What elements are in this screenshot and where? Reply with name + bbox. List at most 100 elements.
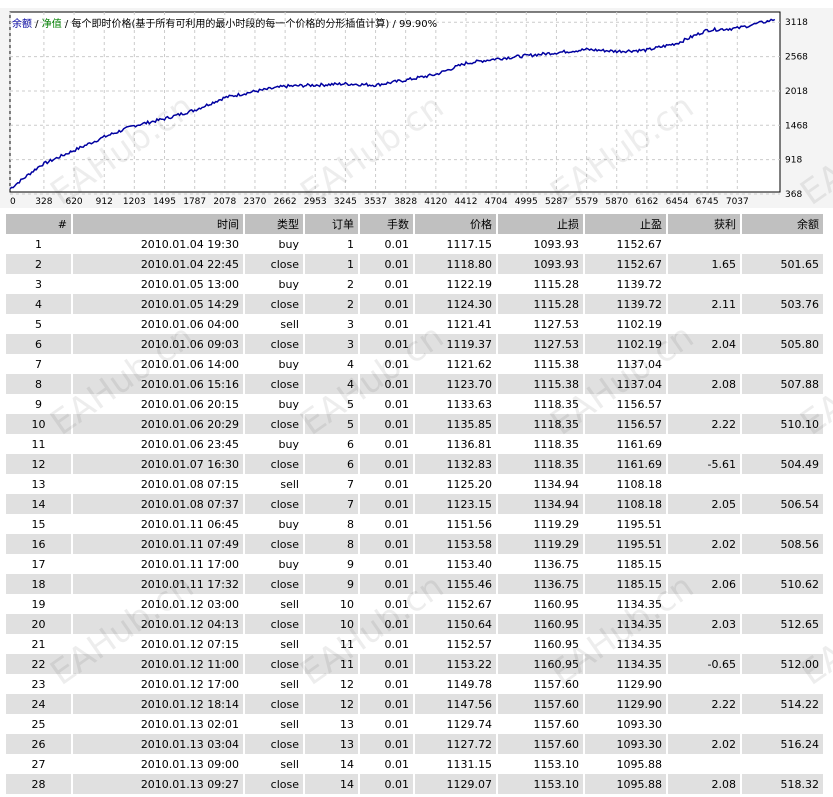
chart-legend: 余额 / 净值 / 每个即时价格(基于所有可利用的最小时段的每一个价格的分形插值… xyxy=(12,19,438,30)
x-tick-label: 1495 xyxy=(153,197,176,207)
cell-止盈: 1161.69 xyxy=(584,454,668,474)
cell-获利: -0.65 xyxy=(667,654,742,674)
cell-止损: 1115.38 xyxy=(497,354,585,374)
column-header[interactable]: 手数 xyxy=(359,214,415,234)
column-header[interactable]: 价格 xyxy=(414,214,498,234)
column-header[interactable]: 订单 xyxy=(304,214,360,234)
cell-止盈: 1108.18 xyxy=(584,494,668,514)
cell-止损: 1118.35 xyxy=(497,434,585,454)
cell-时间: 2010.01.08 07:15 xyxy=(72,474,245,494)
x-tick-label: 6454 xyxy=(666,197,689,207)
cell-余额 xyxy=(741,314,825,334)
cell-获利 xyxy=(667,754,742,774)
cell-获利 xyxy=(667,434,742,454)
cell-获利 xyxy=(667,674,742,694)
cell-订单: 4 xyxy=(304,354,360,374)
cell-#: 23 xyxy=(6,674,73,694)
cell-订单: 10 xyxy=(304,614,360,634)
cell-获利: 2.08 xyxy=(667,374,742,394)
cell-止盈: 1093.30 xyxy=(584,734,668,754)
cell-止损: 1118.35 xyxy=(497,414,585,434)
x-tick-label: 912 xyxy=(96,197,113,207)
cell-#: 26 xyxy=(6,734,73,754)
x-tick-label: 5870 xyxy=(605,197,628,207)
cell-价格: 1129.74 xyxy=(414,714,498,734)
column-header[interactable]: 余额 xyxy=(741,214,825,234)
cell-类型: buy xyxy=(244,394,305,414)
cell-订单: 7 xyxy=(304,474,360,494)
x-tick-label: 2953 xyxy=(304,197,327,207)
cell-止盈: 1129.90 xyxy=(584,674,668,694)
cell-手数: 0.01 xyxy=(359,554,415,574)
cell-类型: close xyxy=(244,334,305,354)
cell-获利: 1.65 xyxy=(667,254,742,274)
cell-获利: 2.11 xyxy=(667,294,742,314)
table-row: 27 2010.01.13 09:00 sell 14 0.01 1131.15 1153.… xyxy=(6,754,825,774)
column-header[interactable]: 止损 xyxy=(497,214,585,234)
cell-止损: 1160.95 xyxy=(497,634,585,654)
table-row: 28 2010.01.13 09:27 close 14 0.01 1129.07 1153… xyxy=(6,774,825,794)
cell-手数: 0.01 xyxy=(359,754,415,774)
table-row: 21 2010.01.12 07:15 sell 11 0.01 1152.57 1160.… xyxy=(6,634,825,654)
x-tick-label: 4412 xyxy=(455,197,478,207)
cell-时间: 2010.01.06 15:16 xyxy=(72,374,245,394)
y-tick-label: 2568 xyxy=(785,53,808,63)
cell-价格: 1119.37 xyxy=(414,334,498,354)
cell-余额 xyxy=(741,714,825,734)
cell-价格: 1127.72 xyxy=(414,734,498,754)
cell-#: 14 xyxy=(6,494,73,514)
cell-类型: sell xyxy=(244,594,305,614)
cell-止损: 1153.10 xyxy=(497,754,585,774)
x-tick-label: 3828 xyxy=(394,197,417,207)
cell-手数: 0.01 xyxy=(359,374,415,394)
column-header[interactable]: 时间 xyxy=(72,214,245,234)
cell-#: 1 xyxy=(6,234,73,254)
cell-止盈: 1134.35 xyxy=(584,634,668,654)
cell-类型: close xyxy=(244,254,305,274)
cell-时间: 2010.01.11 06:45 xyxy=(72,514,245,534)
cell-止盈: 1195.51 xyxy=(584,514,668,534)
y-tick-label: 2018 xyxy=(785,87,808,97)
cell-手数: 0.01 xyxy=(359,454,415,474)
cell-订单: 12 xyxy=(304,694,360,714)
cell-#: 4 xyxy=(6,294,73,314)
cell-余额 xyxy=(741,674,825,694)
cell-余额 xyxy=(741,434,825,454)
cell-#: 13 xyxy=(6,474,73,494)
cell-时间: 2010.01.06 04:00 xyxy=(72,314,245,334)
x-tick-label: 620 xyxy=(65,197,82,207)
cell-时间: 2010.01.13 03:04 xyxy=(72,734,245,754)
cell-时间: 2010.01.13 02:01 xyxy=(72,714,245,734)
cell-#: 19 xyxy=(6,594,73,614)
cell-#: 3 xyxy=(6,274,73,294)
table-row: 2 2010.01.04 22:45 close 1 0.01 1118.80 1093.9… xyxy=(6,254,825,274)
column-header[interactable]: 止盈 xyxy=(584,214,668,234)
cell-止盈: 1185.15 xyxy=(584,574,668,594)
cell-订单: 1 xyxy=(304,254,360,274)
cell-订单: 3 xyxy=(304,314,360,334)
cell-类型: close xyxy=(244,694,305,714)
cell-#: 25 xyxy=(6,714,73,734)
cell-手数: 0.01 xyxy=(359,694,415,714)
cell-#: 8 xyxy=(6,374,73,394)
table-row: 6 2010.01.06 09:03 close 3 0.01 1119.37 1127.5… xyxy=(6,334,825,354)
cell-类型: close xyxy=(244,374,305,394)
cell-订单: 7 xyxy=(304,494,360,514)
column-header[interactable]: 获利 xyxy=(667,214,742,234)
cell-余额 xyxy=(741,514,825,534)
table-row: 14 2010.01.08 07:37 close 7 0.01 1123.15 1134.… xyxy=(6,494,825,514)
cell-类型: sell xyxy=(244,634,305,654)
legend-quality: 99.90% xyxy=(399,19,438,30)
table-row: 8 2010.01.06 15:16 close 4 0.01 1123.70 1115.3… xyxy=(6,374,825,394)
x-tick-label: 2078 xyxy=(213,197,236,207)
cell-#: 9 xyxy=(6,394,73,414)
column-header[interactable]: 类型 xyxy=(244,214,305,234)
plot-area xyxy=(9,11,781,193)
cell-类型: sell xyxy=(244,714,305,734)
cell-时间: 2010.01.05 14:29 xyxy=(72,294,245,314)
cell-手数: 0.01 xyxy=(359,294,415,314)
table-row: 20 2010.01.12 04:13 close 10 0.01 1150.64 1160… xyxy=(6,614,825,634)
column-header[interactable]: # xyxy=(6,214,73,234)
cell-止损: 1093.93 xyxy=(497,234,585,254)
cell-类型: close xyxy=(244,734,305,754)
